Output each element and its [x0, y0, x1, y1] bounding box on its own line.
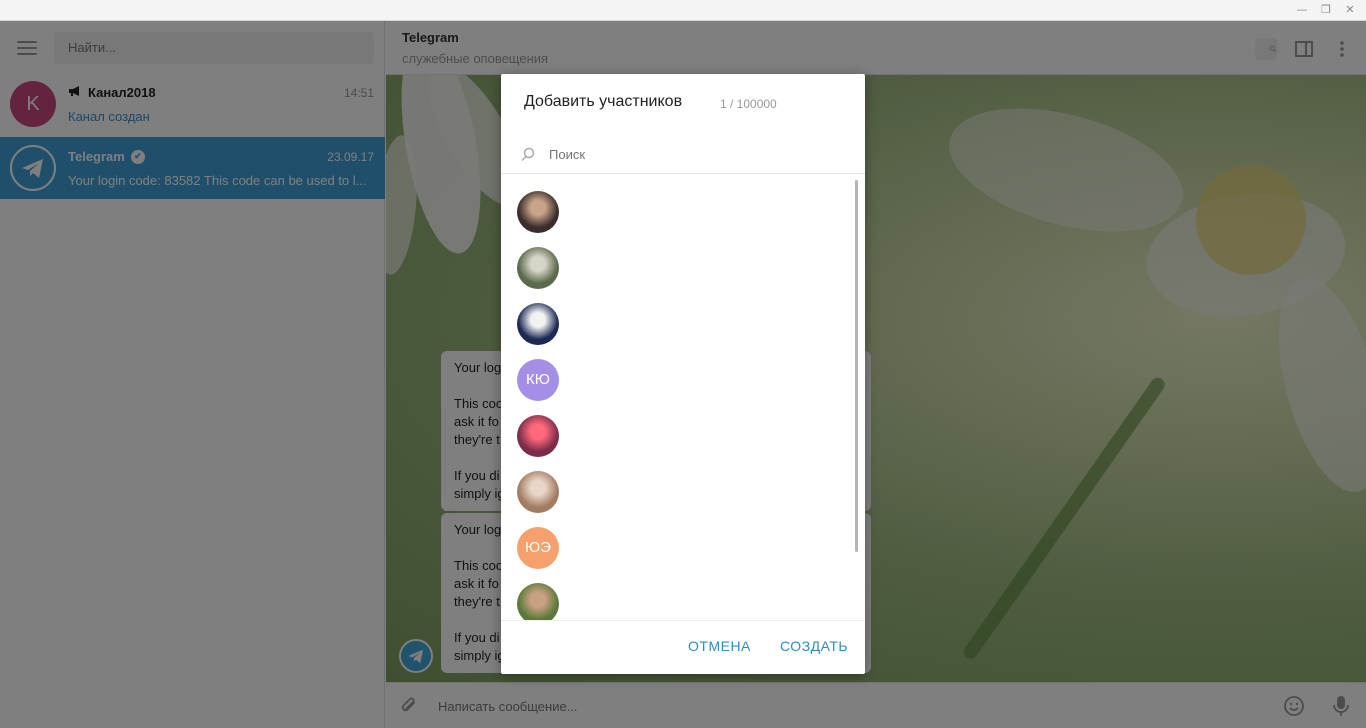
- scrollbar[interactable]: [855, 180, 858, 552]
- member-row[interactable]: КЮ: [501, 348, 855, 404]
- avatar-photo: [517, 583, 559, 620]
- avatar: ЮЭ: [517, 527, 559, 569]
- close-button[interactable]: ✕: [1342, 3, 1358, 17]
- dialog-title: Добавить участников: [524, 93, 683, 110]
- member-row[interactable]: [501, 292, 855, 348]
- maximize-button[interactable]: ❐: [1318, 3, 1334, 17]
- avatar-photo: [517, 471, 559, 513]
- member-list: КЮ ЮЭ: [501, 180, 855, 620]
- avatar: КЮ: [517, 359, 559, 401]
- create-button[interactable]: СОЗДАТЬ: [780, 638, 848, 654]
- dialog-search: [501, 136, 865, 174]
- dialog-footer: ОТМЕНА СОЗДАТЬ: [501, 620, 865, 674]
- member-row[interactable]: [501, 404, 855, 460]
- member-row[interactable]: [501, 460, 855, 516]
- minimize-button[interactable]: —: [1294, 3, 1310, 17]
- member-search-input[interactable]: [549, 143, 839, 165]
- member-row[interactable]: [501, 180, 855, 236]
- avatar-photo: [517, 191, 559, 233]
- member-row[interactable]: ЮЭ: [501, 516, 855, 572]
- search-icon: [521, 147, 535, 162]
- add-members-dialog: Добавить участников 1 / 100000 КЮ ЮЭ ОТМЕ…: [501, 74, 865, 674]
- member-count: 1 / 100000: [720, 97, 777, 111]
- cancel-button[interactable]: ОТМЕНА: [688, 638, 751, 654]
- avatar-photo: [517, 303, 559, 345]
- member-row[interactable]: [501, 572, 855, 620]
- window-titlebar: — ❐ ✕: [0, 0, 1366, 21]
- avatar-photo: [517, 247, 559, 289]
- avatar-photo: [517, 415, 559, 457]
- member-row[interactable]: [501, 236, 855, 292]
